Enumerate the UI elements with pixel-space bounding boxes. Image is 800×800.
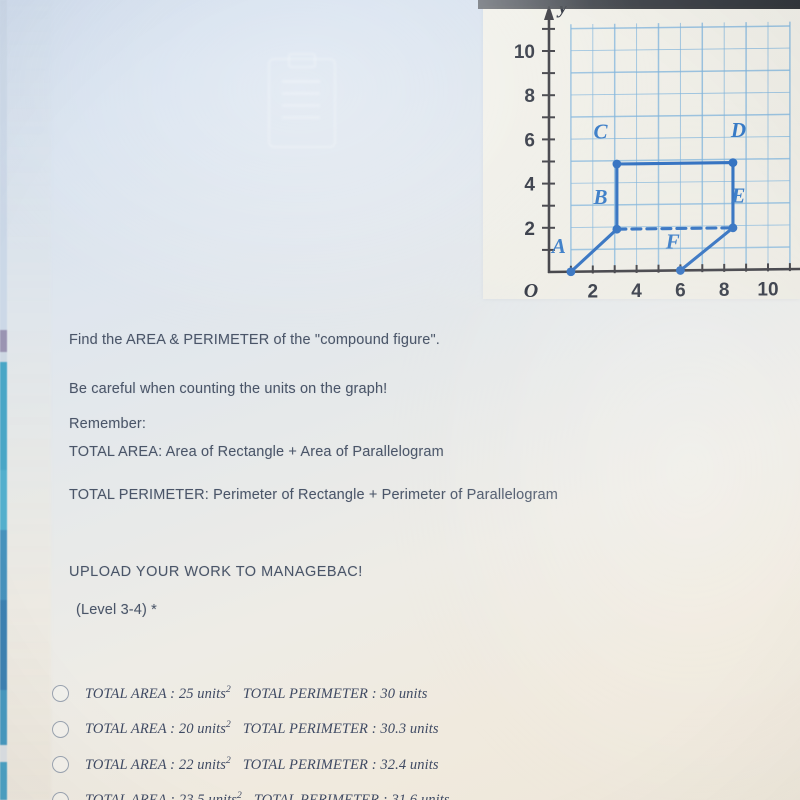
- answer-option-text-4: TOTAL AREA : 23.5 units2TOTAL PERIMETER …: [85, 791, 450, 800]
- svg-text:6: 6: [675, 280, 686, 299]
- clipboard-watermark-icon: [268, 58, 336, 148]
- answer-option-1[interactable]: TOTAL AREA : 25 units2 TOTAL PERIMETER : …: [52, 676, 612, 712]
- screen-photo: 246810246810Oxy ABCDEF Find the AREA & P…: [0, 0, 800, 800]
- radio-button-option-3[interactable]: [52, 756, 69, 774]
- svg-text:6: 6: [524, 130, 535, 151]
- svg-text:E: E: [730, 183, 745, 207]
- answer-option-2[interactable]: TOTAL AREA : 20 units2 TOTAL PERIMETER : …: [52, 712, 612, 748]
- svg-text:8: 8: [524, 86, 535, 107]
- screen-left-edge-strip: [0, 0, 7, 800]
- grid-lines: [570, 21, 791, 273]
- question-hint-line: Be careful when counting the units on th…: [69, 381, 388, 397]
- answer-option-text-1: TOTAL AREA : 25 units2 TOTAL PERIMETER : …: [85, 684, 428, 702]
- svg-text:10: 10: [757, 279, 778, 299]
- svg-text:C: C: [593, 120, 608, 144]
- svg-text:2: 2: [588, 281, 599, 299]
- coordinate-graph-panel: 246810246810Oxy ABCDEF: [483, 6, 800, 299]
- answer-option-4[interactable]: TOTAL AREA : 23.5 units2TOTAL PERIMETER …: [52, 783, 612, 800]
- answer-option-3[interactable]: TOTAL AREA : 22 units2 TOTAL PERIMETER : …: [52, 747, 612, 783]
- svg-text:D: D: [730, 118, 746, 142]
- coordinate-graph: 246810246810Oxy ABCDEF: [514, 6, 800, 299]
- svg-text:2: 2: [524, 219, 535, 240]
- question-total-perimeter-formula: TOTAL PERIMETER: Perimeter of Rectangle …: [69, 487, 559, 503]
- svg-text:F: F: [665, 229, 680, 253]
- answer-options-list: TOTAL AREA : 25 units2 TOTAL PERIMETER : …: [52, 676, 612, 800]
- question-prompt-line: Find the AREA & PERIMETER of the "compou…: [69, 332, 440, 348]
- svg-text:10: 10: [514, 42, 535, 63]
- question-total-area-formula: TOTAL AREA: Area of Rectangle + Area of …: [69, 444, 444, 460]
- radio-button-option-4[interactable]: [52, 791, 69, 800]
- question-remember-label: Remember:: [69, 416, 147, 432]
- svg-text:8: 8: [719, 280, 730, 299]
- answer-option-text-2: TOTAL AREA : 20 units2 TOTAL PERIMETER : …: [85, 720, 439, 738]
- compound-figure: [566, 158, 738, 277]
- radio-button-option-1[interactable]: [52, 685, 69, 703]
- screen-left-margin: [7, 0, 51, 800]
- question-upload-instruction: UPLOAD YOUR WORK TO MANAGEBAC!: [69, 564, 363, 580]
- svg-text:B: B: [592, 185, 607, 209]
- answer-option-text-3: TOTAL AREA : 22 units2 TOTAL PERIMETER : …: [85, 755, 439, 773]
- svg-text:O: O: [524, 280, 538, 299]
- radio-button-option-2[interactable]: [52, 720, 69, 738]
- question-level-label: (Level 3-4) *: [76, 602, 157, 618]
- svg-text:A: A: [550, 234, 566, 258]
- svg-text:4: 4: [524, 175, 535, 196]
- screen-top-edge-band: [478, 0, 800, 9]
- svg-text:4: 4: [631, 281, 642, 299]
